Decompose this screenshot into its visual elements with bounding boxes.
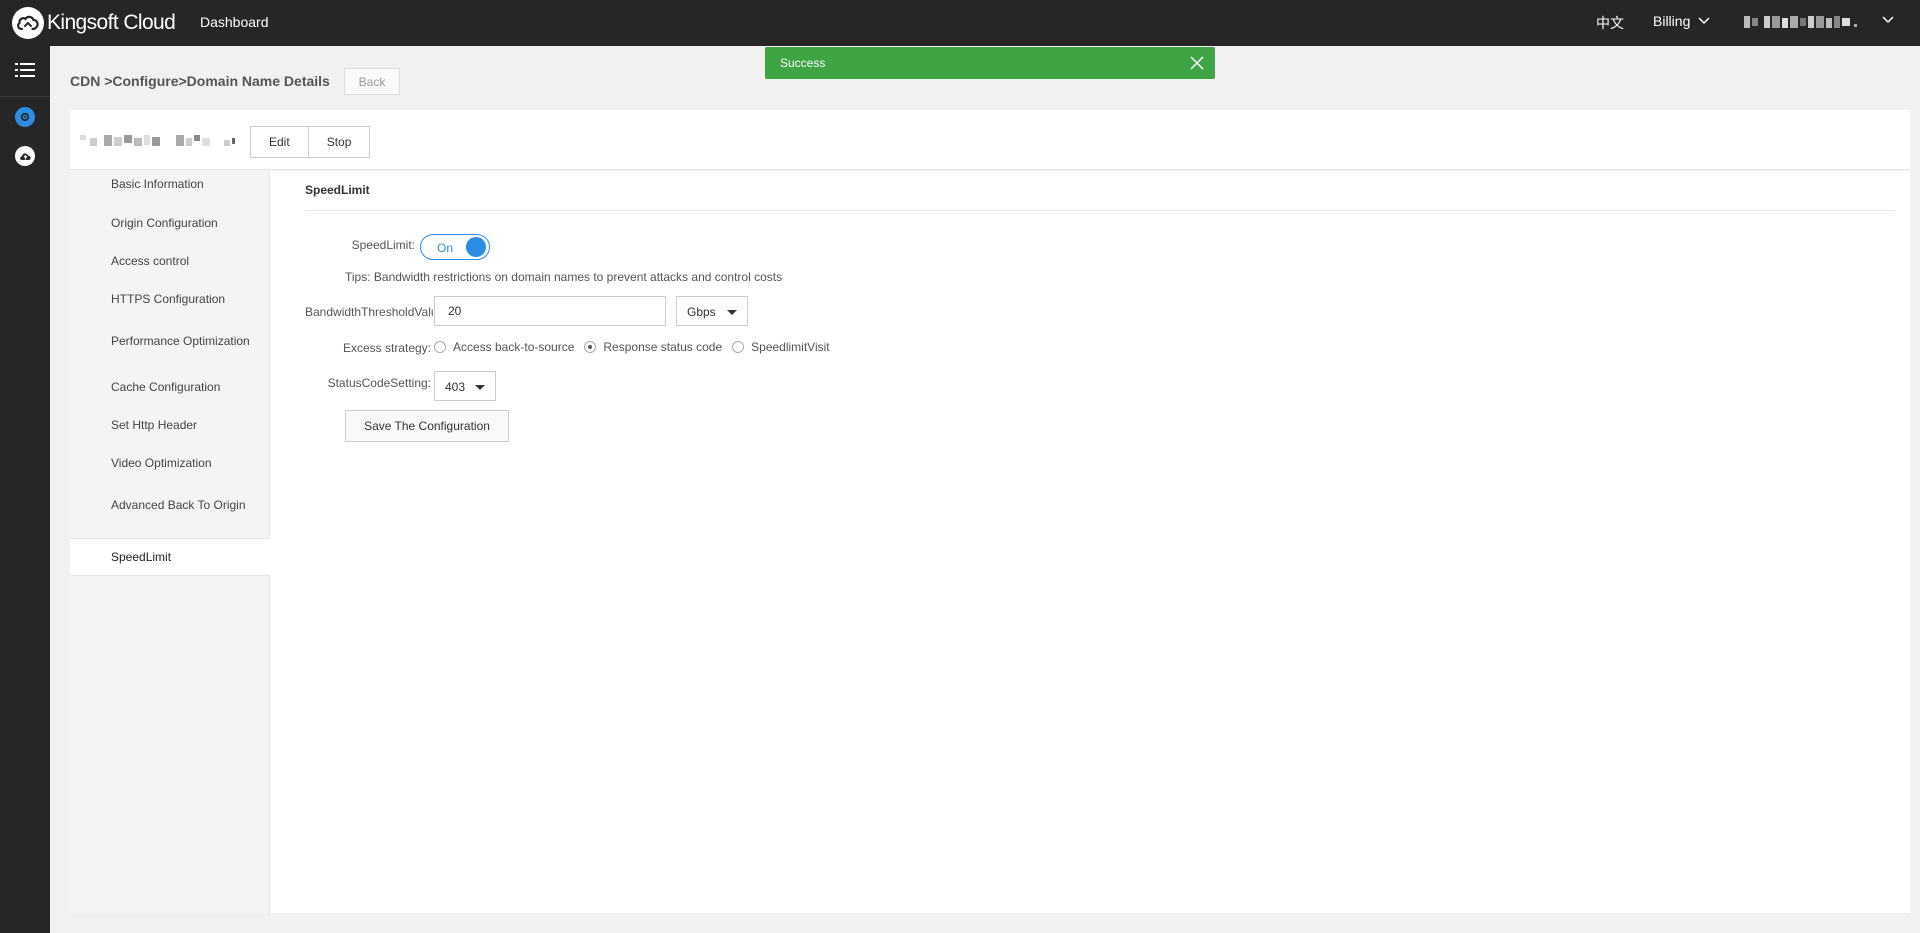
brand-logo[interactable]: Kingsoft Cloud xyxy=(12,6,176,40)
sidebar-item-access-control[interactable]: Access control xyxy=(70,254,270,268)
sidebar-item-set-http-header[interactable]: Set Http Header xyxy=(70,418,270,432)
radio-circle xyxy=(732,341,745,353)
speedlimit-label: SpeedLimit: xyxy=(351,238,415,252)
domain-actions: Edit Stop xyxy=(250,126,371,158)
back-button[interactable]: Back xyxy=(344,68,400,95)
left-nav xyxy=(0,46,50,933)
top-bar: Kingsoft Cloud Dashboard 中文 Billing xyxy=(0,0,1920,46)
brand-name: Kingsoft Cloud xyxy=(47,11,176,34)
stop-button[interactable]: Stop xyxy=(308,126,371,158)
radio-label: SpeedlimitVisit xyxy=(751,340,830,354)
menu-toggle-button[interactable] xyxy=(0,50,50,90)
sidebar-item-speedlimit[interactable]: SpeedLimit xyxy=(70,538,270,576)
radio-label: Response status code xyxy=(603,340,723,354)
excess-strategy-group: Access back-to-source Response status co… xyxy=(434,340,840,354)
radio-response-status-code[interactable]: Response status code xyxy=(584,340,722,354)
speedlimit-form: SpeedLimit SpeedLimit: On Tips: Bandwidt… xyxy=(270,171,1910,913)
sidebar-item-origin-configuration[interactable]: Origin Configuration xyxy=(70,216,270,230)
unit-selected: Gbps xyxy=(687,305,716,319)
caret-down-icon xyxy=(727,310,737,315)
toggle-state-text: On xyxy=(437,241,454,255)
threshold-input[interactable] xyxy=(434,296,666,326)
config-sidebar: Basic Information Origin Configuration A… xyxy=(70,171,270,913)
threshold-label: BandwidthThresholdValu xyxy=(305,305,433,319)
chevron-down-icon xyxy=(1698,17,1710,25)
tips-text: Tips: Bandwidth restrictions on domain n… xyxy=(345,270,783,284)
domain-name xyxy=(80,135,235,146)
billing-label: Billing xyxy=(1653,13,1691,29)
billing-menu[interactable]: Billing xyxy=(1653,13,1710,29)
cloud-logo-icon xyxy=(12,7,44,39)
divider xyxy=(305,210,1895,211)
status-code-selected: 403 xyxy=(445,380,466,394)
language-switch[interactable]: 中文 xyxy=(1596,13,1624,33)
nav-upload[interactable] xyxy=(0,136,50,176)
cdn-icon xyxy=(15,106,35,127)
close-icon[interactable] xyxy=(1189,55,1205,71)
radio-access-back-to-source[interactable]: Access back-to-source xyxy=(434,340,574,354)
main-panel: Basic Information Origin Configuration A… xyxy=(70,171,1910,913)
user-avatar xyxy=(1744,16,1857,28)
excess-strategy-label: Excess strategy: xyxy=(342,341,431,355)
cloud-upload-icon xyxy=(15,146,35,166)
section-title: SpeedLimit xyxy=(305,183,370,197)
dashboard-link[interactable]: Dashboard xyxy=(200,14,269,30)
radio-circle xyxy=(584,341,597,353)
success-toast: Success xyxy=(765,47,1215,79)
caret-down-icon xyxy=(475,385,485,390)
sidebar-item-https-configuration[interactable]: HTTPS Configuration xyxy=(70,292,270,306)
radio-label: Access back-to-source xyxy=(453,340,575,354)
status-code-select[interactable]: 403 xyxy=(434,371,496,401)
speedlimit-toggle[interactable]: On xyxy=(420,234,490,260)
sidebar-item-basic-information[interactable]: Basic Information xyxy=(70,177,270,191)
list-icon xyxy=(15,63,35,77)
sidebar-item-advanced-back-to-origin[interactable]: Advanced Back To Origin xyxy=(70,498,270,512)
radio-circle xyxy=(434,341,446,353)
sidebar-item-cache-configuration[interactable]: Cache Configuration xyxy=(70,380,270,394)
sidebar-item-performance-optimization[interactable]: Performance Optimization xyxy=(70,334,270,348)
status-code-label: StatusCodeSetting: xyxy=(327,376,431,390)
domain-bar: Edit Stop xyxy=(70,110,1910,170)
sidebar-item-video-optimization[interactable]: Video Optimization xyxy=(70,456,270,470)
save-configuration-button[interactable]: Save The Configuration xyxy=(345,410,509,442)
nav-cdn[interactable] xyxy=(0,96,50,136)
user-menu[interactable] xyxy=(1744,12,1894,32)
toggle-knob xyxy=(466,237,486,257)
radio-speedlimit-visit[interactable]: SpeedlimitVisit xyxy=(732,340,830,354)
breadcrumb: CDN >Configure>Domain Name Details xyxy=(70,73,330,89)
toast-message: Success xyxy=(780,56,826,70)
edit-button[interactable]: Edit xyxy=(250,126,309,158)
chevron-down-icon xyxy=(1882,16,1894,24)
unit-select[interactable]: Gbps xyxy=(676,296,748,326)
